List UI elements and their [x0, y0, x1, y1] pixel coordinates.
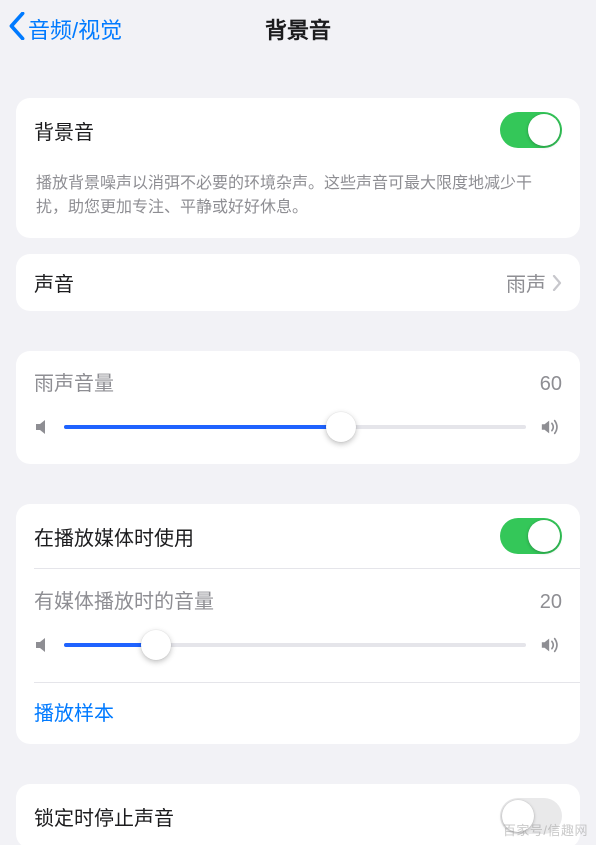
toggle-knob	[528, 114, 560, 146]
sound-value: 雨声	[506, 268, 546, 297]
section-media: 在播放媒体时使用 有媒体播放时的音量 20 播放样本	[16, 504, 580, 744]
master-label: 背景音	[34, 116, 500, 145]
media-volume-value: 20	[540, 591, 562, 614]
media-use-toggle[interactable]	[500, 518, 562, 554]
row-lock-stop: 锁定时停止声音	[16, 784, 580, 845]
nav-bar: 音频/视觉 背景音	[0, 0, 596, 58]
volume-min-icon	[34, 417, 50, 437]
lock-label: 锁定时停止声音	[34, 802, 500, 831]
row-master-toggle: 背景音	[16, 98, 580, 162]
volume-slider-row	[34, 412, 562, 442]
volume-slider[interactable]	[64, 412, 526, 442]
chevron-right-icon	[552, 275, 562, 291]
volume-value: 60	[540, 373, 562, 396]
back-button[interactable]: 音频/视觉	[8, 12, 122, 46]
media-use-label: 在播放媒体时使用	[34, 522, 500, 551]
section-sound: 声音 雨声	[16, 254, 580, 311]
media-volume-header: 有媒体播放时的音量 20	[34, 585, 562, 614]
media-volume-slider[interactable]	[64, 630, 526, 660]
section-lock: 锁定时停止声音	[16, 784, 580, 845]
back-label: 音频/视觉	[28, 13, 122, 45]
play-sample-label: 播放样本	[34, 703, 114, 725]
volume-max-icon	[540, 634, 562, 656]
play-sample-button[interactable]: 播放样本	[16, 683, 580, 744]
section-master: 背景音 播放背景噪声以消弭不必要的环境杂声。这些声音可最大限度地减少干扰，助您更…	[16, 98, 580, 238]
lock-toggle[interactable]	[500, 798, 562, 834]
slider-fill	[64, 425, 341, 429]
row-sound[interactable]: 声音 雨声	[16, 254, 580, 311]
media-volume-block: 有媒体播放时的音量 20	[16, 569, 580, 682]
volume-block: 雨声音量 60	[16, 351, 580, 464]
master-toggle[interactable]	[500, 112, 562, 148]
volume-min-icon	[34, 635, 50, 655]
volume-max-icon	[540, 416, 562, 438]
section-volume: 雨声音量 60	[16, 351, 580, 464]
row-media-use: 在播放媒体时使用	[16, 504, 580, 568]
toggle-knob	[528, 520, 560, 552]
sound-label: 声音	[34, 268, 506, 297]
media-slider-row	[34, 630, 562, 660]
media-volume-label: 有媒体播放时的音量	[34, 585, 214, 614]
toggle-knob	[502, 800, 534, 832]
slider-thumb[interactable]	[326, 412, 356, 442]
master-description: 播放背景噪声以消弭不必要的环境杂声。这些声音可最大限度地减少干扰，助您更加专注、…	[16, 162, 580, 238]
volume-header: 雨声音量 60	[34, 367, 562, 396]
chevron-left-icon	[8, 12, 26, 46]
volume-label: 雨声音量	[34, 367, 114, 396]
slider-thumb[interactable]	[141, 630, 171, 660]
